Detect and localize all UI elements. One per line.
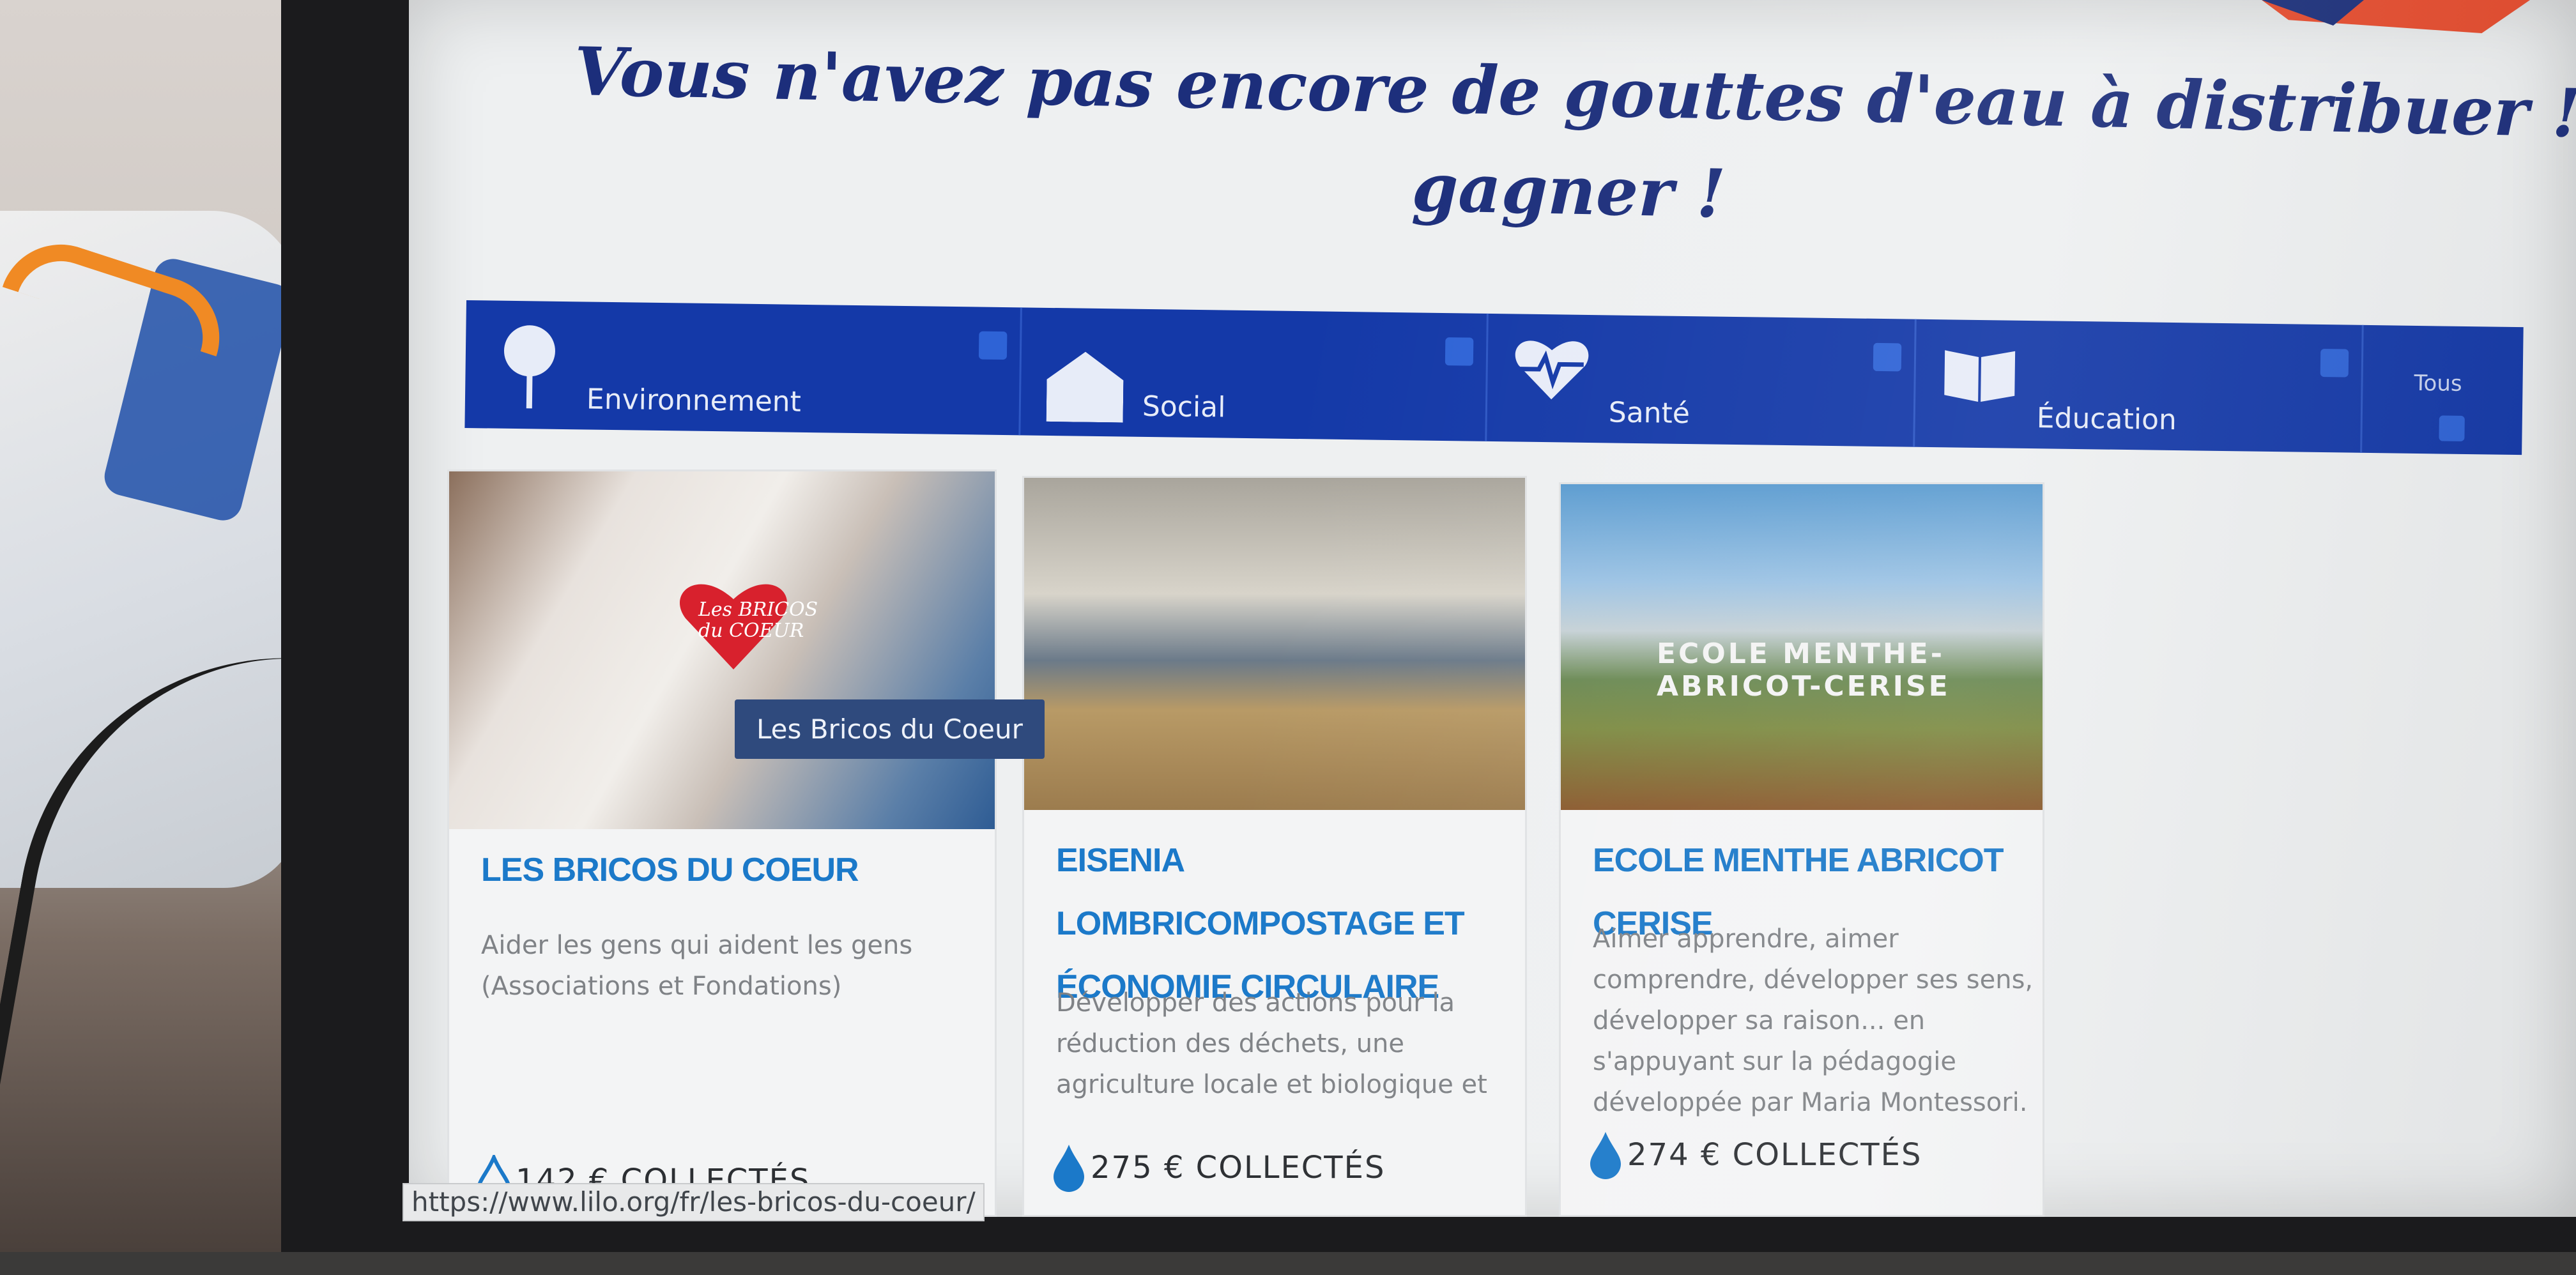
category-social[interactable]: Social <box>1020 307 1489 441</box>
heart-logo-text: Les BRICOS du COEUR <box>698 599 818 642</box>
project-card[interactable]: ECOLE MENTHE-ABRICOT-CERISE ECOLE MENTHE… <box>1559 482 2044 1217</box>
category-label: Santé <box>1608 396 1690 431</box>
headline-line-1: Vous n'avez pas encore de gouttes d'eau … <box>573 32 2576 164</box>
category-label: Éducation <box>2036 402 2177 437</box>
category-sante[interactable]: Santé <box>1487 313 1917 447</box>
category-environnement[interactable]: Environnement <box>464 300 1022 436</box>
project-image[interactable] <box>1024 478 1525 810</box>
project-image[interactable]: ECOLE MENTHE-ABRICOT-CERISE <box>1561 484 2043 810</box>
category-all-label: Tous <box>2414 370 2462 397</box>
project-card[interactable]: Les BRICOS du COEUR LES BRICOS DU COEUR … <box>447 470 997 1217</box>
category-all[interactable]: Tous <box>2362 325 2524 455</box>
category-checkbox[interactable] <box>1873 342 1902 372</box>
category-checkbox[interactable] <box>978 331 1008 360</box>
page-headline: Vous n'avez pas encore de gouttes d'eau … <box>572 32 2576 246</box>
tree-icon <box>491 319 569 416</box>
book-icon <box>1940 337 2018 434</box>
category-checkbox[interactable] <box>1445 337 1474 366</box>
project-description: Développer des actions pour la réduction… <box>1056 988 1487 1099</box>
status-bar-url: https://www.lilo.org/fr/les-bricos-du-co… <box>402 1183 985 1221</box>
project-title[interactable]: LES BRICOS DU COEUR <box>481 839 859 902</box>
category-filter-bar: Environnement Social Santé Éducation Tou… <box>464 300 2524 455</box>
project-amount: 275 € COLLECTÉS <box>1050 1142 1385 1193</box>
project-description: Aider les gens qui aident les gens (Asso… <box>481 931 913 1001</box>
project-card[interactable]: EISENIA LOMBRICOMPOSTAGE ET ÉCONOMIE CIR… <box>1022 476 1527 1217</box>
category-education[interactable]: Éducation <box>1915 319 2364 453</box>
category-label: Social <box>1142 390 1226 424</box>
category-checkbox[interactable] <box>2320 348 2349 378</box>
heart-pulse-icon <box>1513 332 1591 429</box>
project-image[interactable]: Les BRICOS du COEUR <box>449 471 995 829</box>
water-drop-icon <box>1590 1132 1621 1179</box>
project-amount: 274 € COLLECTÉS <box>1586 1129 1922 1180</box>
water-drop-icon <box>1054 1145 1084 1192</box>
image-overlay-text: ECOLE MENTHE-ABRICOT-CERISE <box>1657 638 1951 703</box>
house-family-icon <box>1046 351 1124 423</box>
category-all-checkbox[interactable] <box>2439 415 2465 441</box>
browser-viewport: Vous n'avez pas encore de gouttes d'eau … <box>409 0 2576 1217</box>
category-label: Environnement <box>586 383 802 418</box>
headline-line-2: gagner ! <box>1411 148 1727 233</box>
hover-tooltip: Les Bricos du Coeur <box>735 699 1045 759</box>
project-description: Aimer apprendre, aimer comprendre, dével… <box>1593 924 2034 1117</box>
